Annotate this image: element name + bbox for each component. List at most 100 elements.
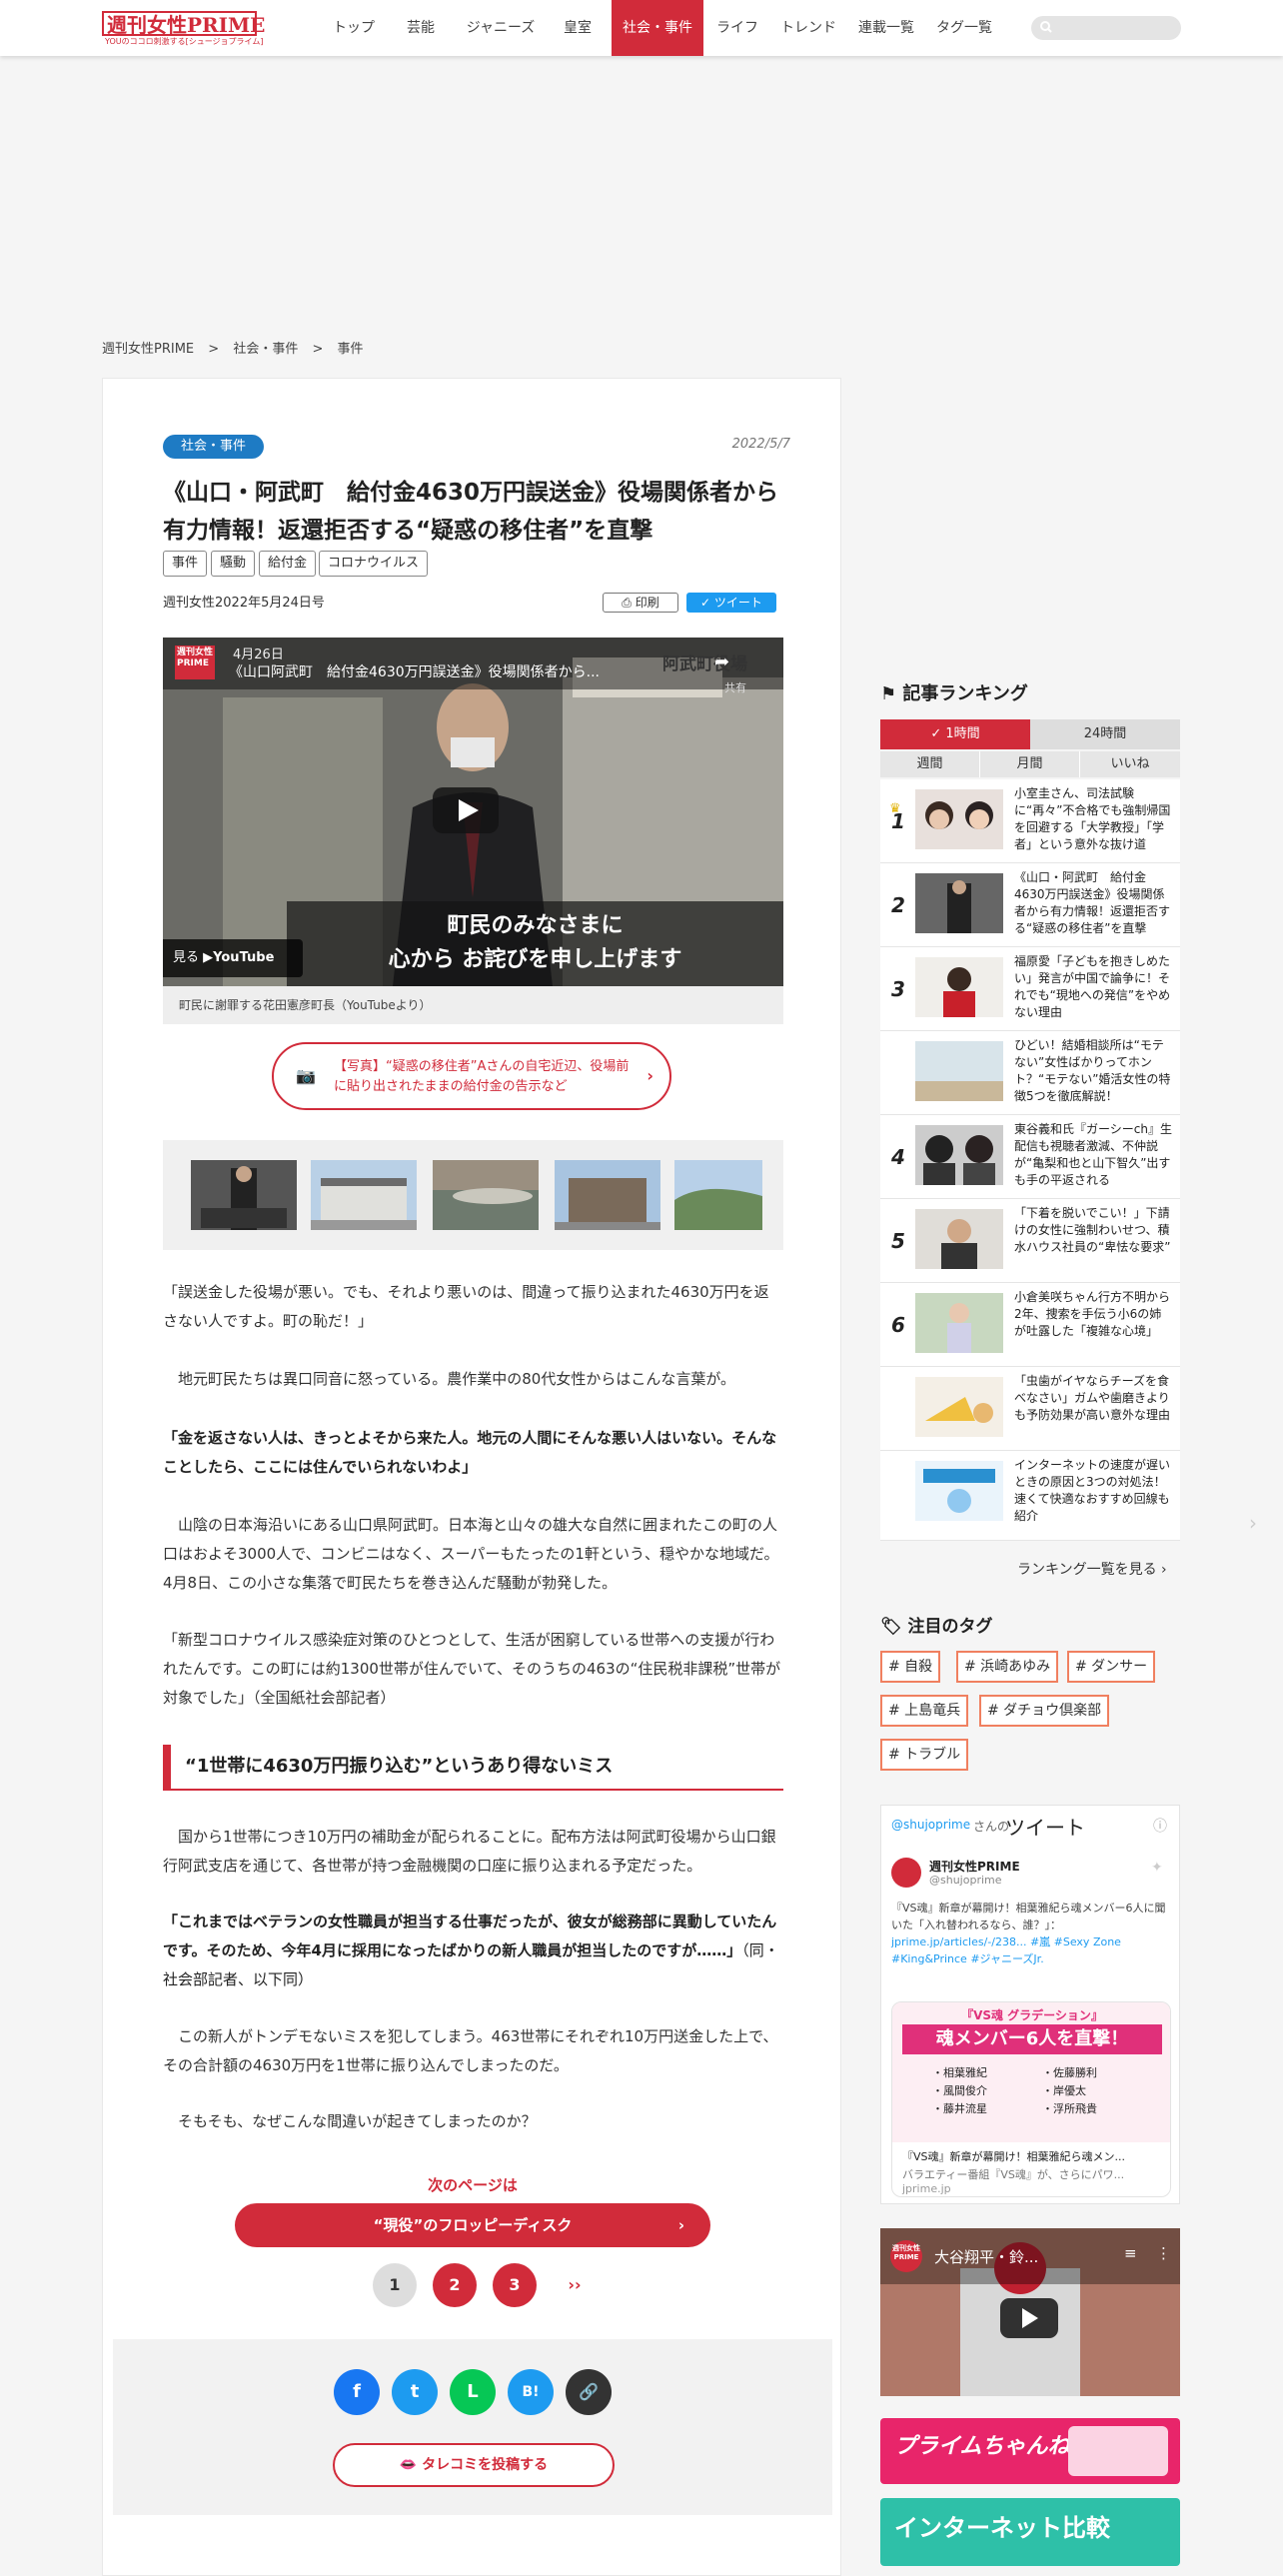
nav-tags[interactable]: タグ一覧 <box>929 0 999 56</box>
thumbnail[interactable] <box>191 1160 297 1230</box>
page-2-link[interactable]: 2 <box>433 2263 477 2307</box>
card-description: バラエティー番組『VS魂』が、さらにパワ... <box>902 2168 1125 2181</box>
avatar[interactable] <box>891 1858 921 1888</box>
photo-thumbnails <box>163 1140 783 1250</box>
watch-on-youtube[interactable]: 見る ▶YouTube <box>163 939 303 977</box>
breadcrumb: 週刊女性PRIME > 社会・事件 > 事件 <box>102 340 374 360</box>
channel-logo[interactable]: 週刊女性PRIME <box>890 2240 922 2272</box>
nav-imperial[interactable]: 皇室 <box>554 0 602 56</box>
popular-tag[interactable]: # ダンサー <box>1067 1651 1156 1683</box>
nav-series[interactable]: 連載一覧 <box>851 0 921 56</box>
ranking-subtab-monthly[interactable]: 月間 <box>980 751 1080 777</box>
ranking-item[interactable]: インターネットの速度が遅いときの原因と3つの対処法！速くて快適なおすすめ回線も紹… <box>880 1451 1180 1541</box>
nav-johnnys[interactable]: ジャニーズ <box>458 0 544 56</box>
popular-tag[interactable]: # ダチョウ倶楽部 <box>979 1695 1110 1727</box>
prime-channel-banner[interactable]: プライムちゃんねる <box>880 2418 1180 2484</box>
line-share-icon[interactable]: L <box>450 2369 496 2415</box>
tag-icon: 🏷 <box>880 1617 908 1637</box>
ranking-subtab-likes[interactable]: いいね <box>1080 751 1180 777</box>
tag-coronavirus[interactable]: コロナウイルス <box>319 551 429 577</box>
site-logo[interactable]: 週刊女性PRIME YOUのココロ刺激する[シュージョプライム] <box>102 11 265 47</box>
video-share-label: 共有 <box>724 681 746 694</box>
ranking-item[interactable]: 「虫歯がイヤならチーズを食べなさい」ガムや歯磨きよりも予防効果が高い意外な理由 <box>880 1367 1180 1451</box>
share-icon[interactable]: ➦ <box>714 651 729 672</box>
tag-incident[interactable]: 事件 <box>163 551 208 577</box>
ranking-item-title: 小倉美咲ちゃん行方不明から2年、捜索を手伝う小6の姉が吐露した「複雑な心境」 <box>1014 1290 1171 1338</box>
card-members-left: ・相葉雅紀 ・風間俊介 ・藤井流星 <box>932 2064 987 2118</box>
rank-number <box>890 1451 906 1535</box>
member-name: ・佐藤勝利 <box>1042 2066 1097 2079</box>
video-sign-text: 阿武町役場 <box>662 654 747 674</box>
ranking-item[interactable]: 5 「下着を脱いでこい！」下請けの女性に強制わいせつ、積水ハウス社員の“卑怯な要… <box>880 1199 1180 1283</box>
info-icon[interactable]: ⓘ <box>1153 1816 1167 1836</box>
popular-tag[interactable]: # 上島竜兵 <box>880 1695 969 1727</box>
page-1-current: 1 <box>373 2263 417 2307</box>
popular-tag[interactable]: # 自殺 <box>880 1651 941 1683</box>
print-button[interactable]: ⎙ 印刷 <box>603 593 678 613</box>
copy-link-icon[interactable]: 🔗 <box>566 2369 612 2415</box>
tweet-button[interactable]: ✓ ツイート <box>686 593 776 613</box>
thumbnail[interactable] <box>555 1160 660 1230</box>
ranking-item-title: ひどい！結婚相談所は“モテない”女性ばかりってホント？“モテない”婚活女性の特徴… <box>1014 1038 1171 1103</box>
tarekomi-button[interactable]: 👄 タレコミを投稿する <box>333 2443 615 2487</box>
playlist-icon[interactable]: ≡ <box>1124 2244 1137 2262</box>
tags-title-text: 注目のタグ <box>907 1617 993 1637</box>
channel-logo[interactable]: 週刊女性PRIME <box>175 645 215 679</box>
tweet-links[interactable]: jprime.jp/articles/-/238... #嵐 #Sexy Zon… <box>891 1933 1171 1967</box>
ranking-item[interactable]: 2 《山口・阿武町 給付金4630万円誤送金》役場関係者から有力情報！返還拒否す… <box>880 863 1180 947</box>
article-paragraph: 国から1世帯につき10万円の補助金が配られることに。配布方法は阿武町役場から山口… <box>163 1828 776 1875</box>
ranking-item[interactable]: 3 福原愛「子どもを抱きしめたい」発言が中国で論争に！それでも“現地への発信”を… <box>880 947 1180 1031</box>
popular-tag[interactable]: # 浜崎あゆみ <box>956 1651 1059 1683</box>
article-date: 2022/5/7 <box>731 437 790 452</box>
ranking-item[interactable]: ひどい！結婚相談所は“モテない”女性ばかりってホント？“モテない”婚活女性の特徴… <box>880 1031 1180 1115</box>
nav-life[interactable]: ライフ <box>709 0 765 56</box>
rank-number: 2 <box>891 893 905 917</box>
rank-number: 5 <box>891 1229 905 1253</box>
youtube-embed-2[interactable]: 週刊女性PRIME 大谷翔平・鈴... ≡ ⋮ <box>880 2228 1180 2396</box>
tweet-account-name[interactable]: 週刊女性PRIME <box>929 1858 1020 1875</box>
ad-space <box>0 56 1283 340</box>
article-paragraph: 地元町民たちは異口同音に怒っている。農作業中の80代女性からはこんな言葉が。 <box>163 1370 736 1388</box>
ranking-item[interactable]: 4 東谷義和氏『ガーシーch』生配信も視聴者激減、不仲説が“亀梨和也と山下智久”… <box>880 1115 1180 1199</box>
tweet-account-handle[interactable]: @shujoprime <box>929 1874 1002 1887</box>
hatena-share-icon[interactable]: B! <box>508 2369 554 2415</box>
nav-society[interactable]: 社会・事件 <box>612 0 703 56</box>
ranking-tab-24hours[interactable]: 24時間 <box>1030 719 1180 749</box>
pages-next-link[interactable]: ›› <box>553 2263 597 2307</box>
tweet-card[interactable]: 『VS魂 グラデーション』 魂メンバー6人を直撃！ ・相葉雅紀 ・風間俊介 ・藤… <box>891 2001 1171 2197</box>
breadcrumb-society[interactable]: 社会・事件 <box>233 342 298 357</box>
youtube-embed[interactable]: 週刊女性PRIME 4月26日 《山口阿武町 給付金4630万円誤送金》役場関係… <box>163 638 783 986</box>
tag-benefit[interactable]: 給付金 <box>259 551 317 577</box>
rank-number: 3 <box>891 977 905 1001</box>
nav-trend[interactable]: トレンド <box>773 0 843 56</box>
tag-trouble[interactable]: 騒動 <box>211 551 256 577</box>
thumbnail[interactable] <box>433 1160 539 1230</box>
more-icon[interactable]: ⋮ <box>1156 2244 1171 2262</box>
thumbnail[interactable] <box>311 1160 417 1230</box>
ranking-more-link[interactable]: ランキング一覧を見る › <box>1017 1559 1167 1579</box>
card-domain: jprime.jp <box>902 2182 951 2195</box>
internet-compare-banner[interactable]: インターネット比較 <box>880 2498 1180 2566</box>
video-title[interactable]: 大谷翔平・鈴... <box>934 2246 1038 2267</box>
search-input[interactable] <box>1031 16 1181 40</box>
ranking-item[interactable]: ♛ 1 小室圭さん、司法試験に“再々”不合格でも強制帰国を回避する「大学教授」「… <box>880 779 1180 863</box>
scroll-arrow-icon[interactable]: › <box>1249 1511 1257 1535</box>
nav-top[interactable]: トップ <box>328 0 380 56</box>
video-title[interactable]: 《山口阿武町 給付金4630万円誤送金》役場関係者から... <box>229 661 648 681</box>
photo-gallery-link[interactable]: 📷 【写真】“疑惑の移住者”Aさんの自宅近辺、役場前に貼り出されたままの給付金の… <box>272 1042 671 1110</box>
rank-number: 4 <box>891 1145 905 1169</box>
timeline-handle[interactable]: @shujoprime <box>891 1818 970 1832</box>
ranking-item[interactable]: 6 小倉美咲ちゃん行方不明から2年、捜索を手伝う小6の姉が吐露した「複雑な心境」 <box>880 1283 1180 1367</box>
twitter-share-icon[interactable]: t <box>392 2369 438 2415</box>
facebook-share-icon[interactable]: f <box>334 2369 380 2415</box>
breadcrumb-home[interactable]: 週刊女性PRIME <box>102 342 194 357</box>
ranking-subtab-weekly[interactable]: 週間 <box>880 751 980 777</box>
nav-entertainment[interactable]: 芸能 <box>396 0 446 56</box>
popular-tag[interactable]: # トラブル <box>880 1739 969 1771</box>
breadcrumb-incident[interactable]: 事件 <box>338 342 364 357</box>
page-3-link[interactable]: 3 <box>493 2263 537 2307</box>
ranking-tab-1hour[interactable]: ✓ 1時間 <box>880 719 1030 749</box>
category-badge[interactable]: 社会・事件 <box>163 435 265 459</box>
next-page-button[interactable]: “現役”のフロッピーディスク › <box>235 2203 710 2247</box>
thumbnail[interactable] <box>674 1160 762 1230</box>
